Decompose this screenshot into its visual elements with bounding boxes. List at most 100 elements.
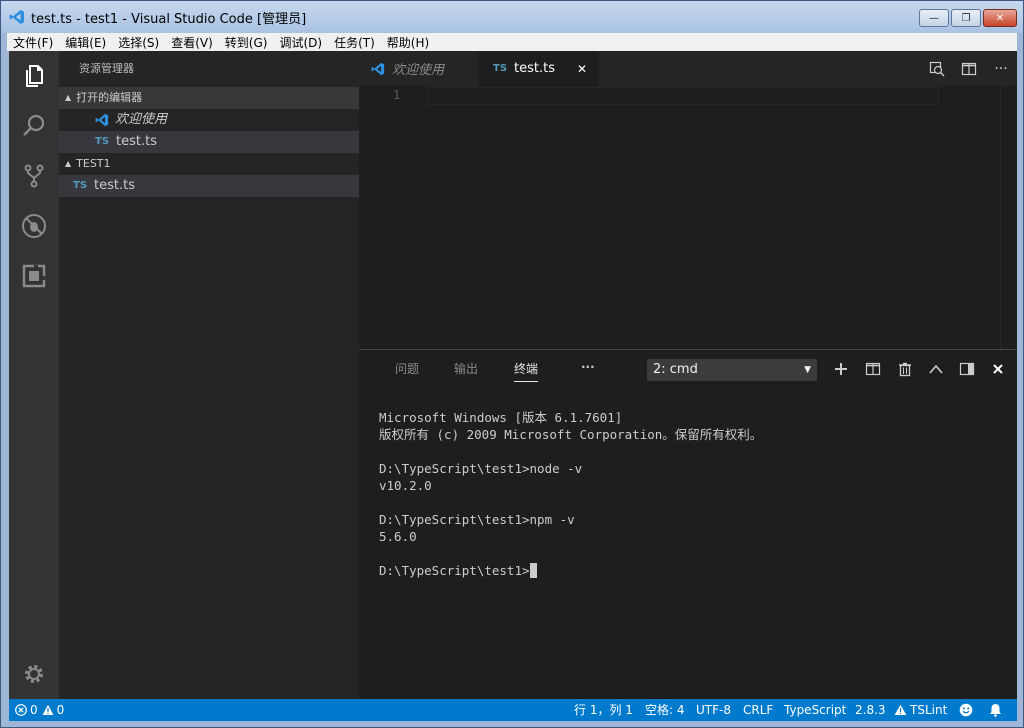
menu-debug[interactable]: 调试(D) — [273, 34, 328, 51]
encoding[interactable]: UTF-8 — [696, 699, 731, 721]
typescript-file-icon: TS — [95, 136, 110, 147]
debug-icon[interactable] — [9, 201, 59, 251]
menu-file[interactable]: 文件(F) — [7, 34, 59, 51]
folder-label: TEST1 — [76, 157, 111, 170]
more-tabs-icon[interactable]: ··· — [581, 360, 595, 382]
open-editors-header[interactable]: ▲ 打开的编辑器 — [59, 87, 359, 109]
settings-gear-icon[interactable] — [9, 649, 59, 699]
menu-tasks[interactable]: 任务(T) — [328, 34, 381, 51]
problems-status[interactable]: 0 0 — [15, 699, 64, 721]
typescript-file-icon: TS — [493, 63, 508, 74]
chevron-down-icon: ▲ — [65, 159, 72, 168]
terminal-line: 版权所有 (c) 2009 Microsoft Corporation。保留所有… — [379, 427, 763, 442]
explorer-sidebar: 资源管理器 ▲ 打开的编辑器 欢迎使用 TS test.ts ▲ TEST1 T… — [59, 51, 359, 699]
line-gutter: 1 — [359, 86, 419, 349]
feedback-smiley-icon[interactable] — [959, 699, 973, 721]
open-editor-label: 欢迎使用 — [115, 112, 168, 127]
search-icon[interactable] — [9, 101, 59, 151]
line-number: 1 — [393, 88, 401, 102]
minimap-divider — [1000, 86, 1001, 349]
warning-icon — [894, 704, 907, 715]
file-label: test.ts — [94, 178, 135, 193]
tab-test-ts[interactable]: TS test.ts ✕ — [479, 51, 599, 86]
current-line-highlight[interactable] — [427, 87, 939, 105]
error-icon — [15, 704, 27, 716]
open-editor-welcome[interactable]: 欢迎使用 — [59, 109, 359, 131]
line-ending[interactable]: CRLF — [743, 699, 773, 721]
tab-label: test.ts — [514, 61, 555, 76]
menu-selection[interactable]: 选择(S) — [112, 34, 165, 51]
tab-close-button[interactable]: ✕ — [577, 62, 587, 76]
more-actions-icon[interactable]: ··· — [985, 51, 1017, 86]
open-editor-test-ts[interactable]: TS test.ts — [59, 131, 359, 153]
tab-problems[interactable]: 问题 — [395, 360, 419, 382]
terminal-prompt: D:\TypeScript\test1> — [379, 563, 530, 578]
terminal-select[interactable]: 2: cmd ▼ — [647, 359, 817, 381]
warning-count: 0 — [56, 703, 65, 717]
warning-icon — [42, 704, 54, 715]
panel-tabs: 问题 输出 终端 ··· 2: cmd ▼ — [359, 350, 1017, 386]
vscode-logo-icon — [371, 62, 385, 75]
maximize-button[interactable]: ❐ — [951, 9, 981, 27]
terminal-select-value: 2: cmd — [653, 362, 698, 377]
folder-header-test1[interactable]: ▲ TEST1 — [59, 153, 359, 175]
typescript-version[interactable]: 2.8.3 — [855, 699, 886, 721]
new-terminal-icon[interactable] — [830, 359, 852, 379]
tslint-label: TSLint — [910, 703, 948, 717]
editor-actions: ··· — [921, 51, 1017, 86]
extensions-icon[interactable] — [9, 251, 59, 301]
window-title: test.ts - test1 - Visual Studio Code [管理… — [31, 11, 307, 27]
cursor-position[interactable]: 行 1，列 1 — [574, 699, 633, 721]
split-editor-icon[interactable] — [953, 51, 985, 86]
title-bar: test.ts - test1 - Visual Studio Code [管理… — [1, 1, 1023, 33]
menu-help[interactable]: 帮助(H) — [381, 34, 435, 51]
language-mode[interactable]: TypeScript — [784, 699, 846, 721]
terminal-line: Microsoft Windows [版本 6.1.7601] — [379, 410, 623, 425]
tab-welcome[interactable]: 欢迎使用 — [359, 51, 479, 86]
error-count: 0 — [30, 703, 38, 717]
menu-edit[interactable]: 编辑(E) — [59, 34, 112, 51]
activity-bar — [9, 51, 59, 699]
terminal-line: D:\TypeScript\test1>node -v — [379, 461, 583, 476]
window-controls: — ❐ ✕ — [919, 9, 1017, 27]
open-changes-icon[interactable] — [921, 51, 953, 86]
menu-go[interactable]: 转到(G) — [219, 34, 274, 51]
editor-tabs: 欢迎使用 TS test.ts ✕ ··· — [359, 51, 1017, 86]
tslint-status[interactable]: TSLint — [894, 699, 947, 721]
explorer-icon[interactable] — [9, 51, 59, 101]
notifications-bell-icon[interactable] — [989, 699, 1002, 721]
indentation[interactable]: 空格: 4 — [645, 699, 685, 721]
split-terminal-icon[interactable] — [862, 359, 884, 379]
minimize-button[interactable]: — — [919, 9, 949, 27]
chevron-down-icon: ▼ — [804, 365, 811, 375]
tab-output[interactable]: 输出 — [454, 360, 478, 382]
source-control-icon[interactable] — [9, 151, 59, 201]
close-button[interactable]: ✕ — [983, 9, 1017, 27]
workbench: 资源管理器 ▲ 打开的编辑器 欢迎使用 TS test.ts ▲ TEST1 T… — [9, 51, 1017, 699]
tab-label: 欢迎使用 — [392, 63, 445, 78]
editor-area: 欢迎使用 TS test.ts ✕ ··· 1 — [359, 51, 1017, 349]
vscode-logo-icon — [95, 113, 109, 127]
terminal-line: D:\TypeScript\test1>npm -v — [379, 512, 575, 527]
menu-bar: 文件(F) 编辑(E) 选择(S) 查看(V) 转到(G) 调试(D) 任务(T… — [7, 33, 1017, 51]
app-window: test.ts - test1 - Visual Studio Code [管理… — [0, 0, 1024, 728]
terminal-line: v10.2.0 — [379, 478, 432, 493]
open-editors-label: 打开的编辑器 — [76, 91, 143, 104]
menu-view[interactable]: 查看(V) — [165, 34, 219, 51]
terminal-prompt-line: D:\TypeScript\test1> — [379, 562, 762, 579]
sidebar-title: 资源管理器 — [79, 62, 134, 75]
open-editor-label: test.ts — [116, 134, 157, 149]
terminal-output[interactable]: Microsoft Windows [版本 6.1.7601] 版权所有 (c) … — [379, 392, 762, 613]
toggle-panel-position-icon[interactable] — [956, 359, 978, 379]
terminal-line: 5.6.0 — [379, 529, 417, 544]
trash-icon[interactable] — [894, 359, 916, 379]
terminal-cursor — [529, 563, 537, 578]
chevron-up-icon[interactable] — [925, 359, 947, 379]
close-panel-icon[interactable] — [987, 359, 1009, 379]
file-test-ts[interactable]: TS test.ts — [59, 175, 359, 197]
tab-terminal[interactable]: 终端 — [514, 360, 539, 382]
bottom-panel: 问题 输出 终端 ··· 2: cmd ▼ Microsoft Windows … — [359, 349, 1017, 699]
